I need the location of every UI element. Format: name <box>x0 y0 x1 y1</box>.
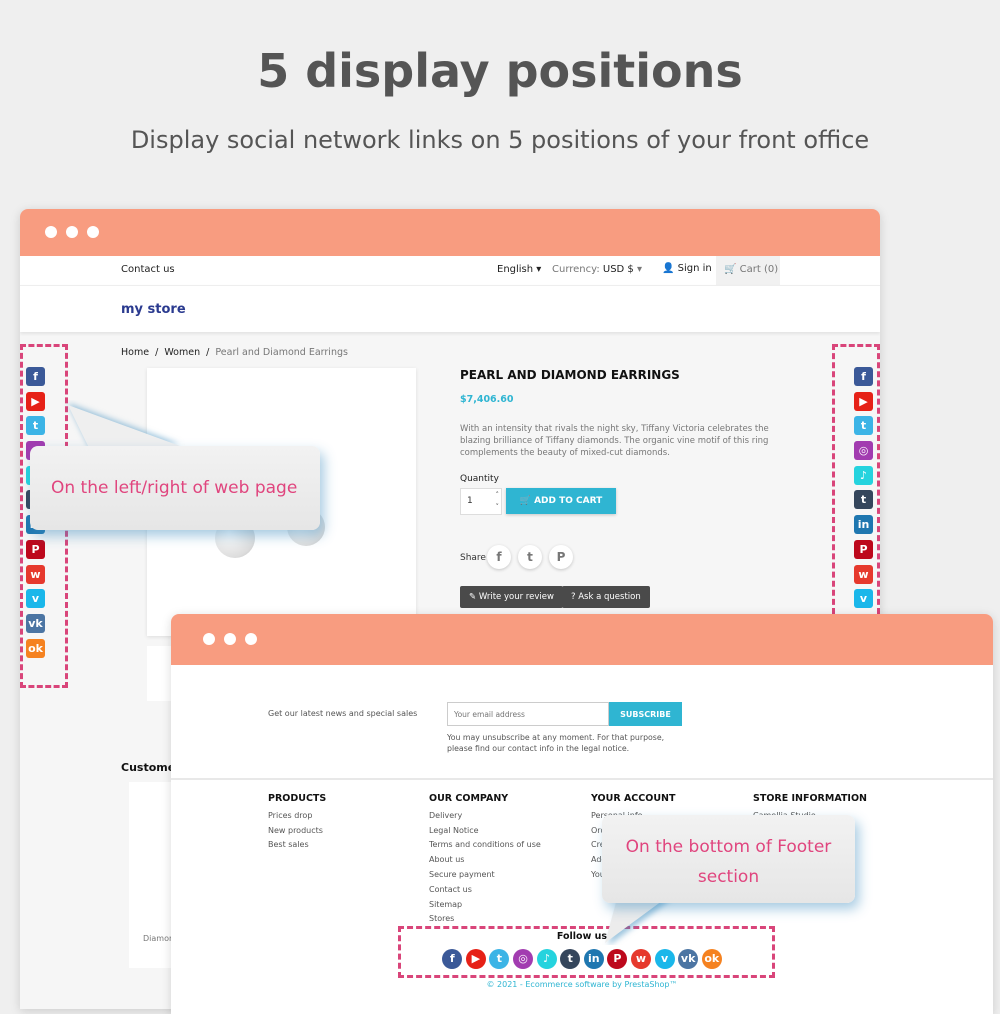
language-label: English <box>497 264 534 275</box>
top-nav: Contact us English ▾ Currency: USD $ ▾ 👤… <box>20 256 880 285</box>
subscribe-button[interactable]: SUBSCRIBE <box>609 702 682 726</box>
share-facebook-icon[interactable]: f <box>487 545 511 569</box>
share-twitter-icon[interactable]: t <box>518 545 542 569</box>
share-pinterest-icon[interactable]: P <box>549 545 573 569</box>
share-label: Share <box>460 553 486 563</box>
store-logo[interactable]: my store <box>121 302 186 317</box>
cart-label: Cart (0) <box>739 264 779 275</box>
headline-subtitle: Display social network links on 5 positi… <box>130 126 870 154</box>
footer-link[interactable]: Terms and conditions of use <box>429 838 541 853</box>
footer-link[interactable]: About us <box>429 853 541 868</box>
footer-column-title: PRODUCTS <box>268 793 327 804</box>
contact-link[interactable]: Contact us <box>121 264 175 275</box>
cart-button[interactable]: 🛒 Cart (0) <box>716 256 780 285</box>
window-dot <box>87 226 99 238</box>
breadcrumb-home[interactable]: Home <box>121 347 149 358</box>
write-review-button[interactable]: ✎ Write your review <box>460 586 563 608</box>
currency-value: USD $ <box>602 264 634 275</box>
footer-link[interactable]: Legal Notice <box>429 824 541 839</box>
language-select[interactable]: English ▾ <box>497 264 541 275</box>
window-dot <box>224 633 236 645</box>
footer-divider <box>171 778 993 780</box>
footer-column: PRODUCTS Prices drop New products Best sale… <box>268 792 326 853</box>
stepper-arrows[interactable]: ˄ ˅ <box>496 489 500 513</box>
cart-icon: 🛒 <box>519 496 535 506</box>
pencil-icon: ✎ <box>469 592 479 602</box>
window-dot <box>203 633 215 645</box>
breadcrumb-current: Pearl and Diamond Earrings <box>215 347 348 358</box>
side-position-callout: On the left/right of web page <box>30 446 320 530</box>
breadcrumb-women[interactable]: Women <box>164 347 200 358</box>
quantity-label: Quantity <box>460 474 499 484</box>
user-icon: 👤 <box>662 263 675 274</box>
footer-link[interactable]: Sitemap <box>429 898 541 913</box>
ask-label: Ask a question <box>578 592 641 602</box>
add-to-cart-label: ADD TO CART <box>534 496 603 506</box>
product-description: With an intensity that rivals the night … <box>460 424 769 458</box>
footer-position-callout: On the bottom of Footer section <box>602 815 855 903</box>
email-input[interactable] <box>447 702 609 726</box>
quantity-value: 1 <box>467 496 473 506</box>
customers-heading: Custome <box>121 761 176 774</box>
footer-column-title: YOUR ACCOUNT <box>591 793 676 804</box>
product-price: $7,406.60 <box>460 394 514 405</box>
window-dot <box>66 226 78 238</box>
footer-column: OUR COMPANY Delivery Legal Notice Terms and… <box>429 792 541 927</box>
footer-column-title: OUR COMPANY <box>429 793 509 804</box>
window-header <box>171 614 993 665</box>
footer-link[interactable]: Contact us <box>429 883 541 898</box>
footer-link[interactable]: Stores <box>429 912 541 927</box>
cart-icon: 🛒 <box>724 264 737 275</box>
newsletter-label: Get our latest news and special sales <box>268 709 418 718</box>
footer-column-title: STORE INFORMATION <box>753 793 867 804</box>
currency-select[interactable]: Currency: USD $ ▾ <box>552 264 642 275</box>
breadcrumb: Home / Women / Pearl and Diamond Earring… <box>121 347 348 358</box>
product-title: PEARL AND DIAMOND EARRINGS <box>460 368 680 382</box>
newsletter-note: You may unsubscribe at any moment. For t… <box>447 733 665 753</box>
sign-in-label: Sign in <box>677 263 712 274</box>
window-dot <box>245 633 257 645</box>
logo-bar: my store <box>20 285 880 332</box>
product-card-name: Diamon <box>143 934 175 943</box>
question-icon: ? <box>571 592 579 602</box>
currency-label: Currency: <box>552 264 600 275</box>
right-highlight <box>832 344 880 614</box>
sign-in-link[interactable]: 👤 Sign in <box>662 263 712 274</box>
footer-link[interactable]: Delivery <box>429 809 541 824</box>
add-to-cart-button[interactable]: 🛒 ADD TO CART <box>506 488 616 514</box>
window-header <box>20 209 880 256</box>
copyright[interactable]: © 2021 - Ecommerce software by PrestaSho… <box>171 980 993 989</box>
headline-title: 5 display positions <box>257 44 743 98</box>
window-dot <box>45 226 57 238</box>
footer-link[interactable]: New products <box>268 824 326 839</box>
footer-link[interactable]: Secure payment <box>429 868 541 883</box>
quantity-stepper[interactable]: 1 ˄ ˅ <box>460 488 502 515</box>
footer-link[interactable]: Prices drop <box>268 809 326 824</box>
review-label: Write your review <box>478 592 554 602</box>
ask-question-button[interactable]: ? Ask a question <box>562 586 650 608</box>
footer-link[interactable]: Best sales <box>268 838 326 853</box>
